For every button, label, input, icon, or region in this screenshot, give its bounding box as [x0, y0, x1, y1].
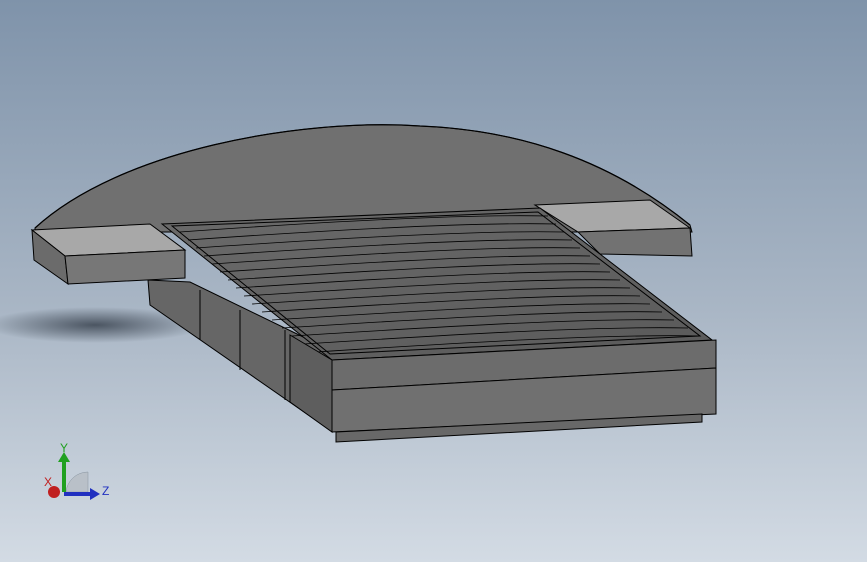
- left-ear-front: [64, 249, 186, 285]
- triad-plane-quarter: [65, 471, 89, 493]
- x-axis-label: X: [44, 475, 52, 489]
- z-axis-arrowhead: [90, 488, 100, 500]
- graphics-viewport[interactable]: Y Z X: [0, 0, 867, 562]
- axis-triad: Y Z X: [44, 441, 109, 500]
- 3d-model-view[interactable]: [0, 0, 867, 562]
- y-axis-label: Y: [60, 441, 68, 455]
- z-axis-label: Z: [102, 484, 109, 498]
